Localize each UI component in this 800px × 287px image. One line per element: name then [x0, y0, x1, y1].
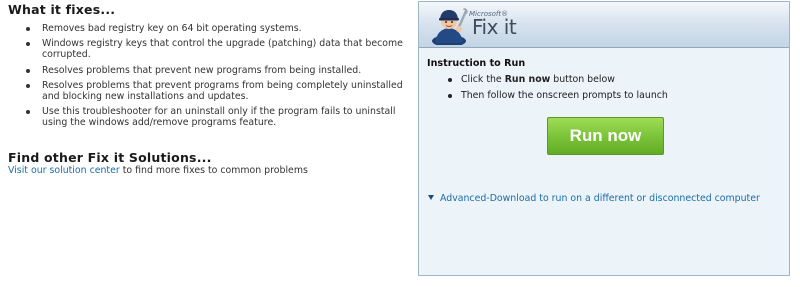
- solution-center-link[interactable]: Visit our solution center: [8, 165, 120, 176]
- bullet-icon: [26, 27, 30, 31]
- list-item: Resolves problems that prevent new progr…: [24, 65, 408, 76]
- fix-it-logo-text: Fix it: [472, 15, 517, 39]
- page: What it fixes... Removes bad registry ke…: [0, 0, 800, 287]
- fix-it-panel: Microsoft® Fix it Instruction to Run Cli…: [418, 1, 790, 276]
- advanced-download-link[interactable]: Advanced-Download to run on a different …: [428, 193, 760, 204]
- bullet-icon: [26, 83, 30, 88]
- instruction-step: Click the Run now button below: [447, 74, 668, 85]
- what-it-fixes-heading: What it fixes...: [8, 2, 116, 17]
- list-item-text: Resolves problems that prevent new progr…: [42, 64, 362, 76]
- step-prefix: Click the: [461, 74, 505, 85]
- bullet-icon: [26, 42, 30, 47]
- step-bold: Run now: [504, 74, 551, 85]
- instruction-list: Click the Run now button below Then foll…: [447, 74, 668, 106]
- instruction-title: Instruction to Run: [427, 58, 526, 69]
- list-item-text: Windows registry keys that control the u…: [42, 38, 403, 61]
- instruction-step: Then follow the onscreen prompts to laun…: [447, 90, 668, 101]
- bullet-icon: [448, 94, 452, 98]
- fix-it-header: Microsoft® Fix it: [419, 2, 789, 48]
- bullet-icon: [26, 110, 30, 115]
- advanced-download-label: Advanced-Download to run on a different …: [440, 193, 760, 204]
- list-item-text: Use this troubleshooter for an uninstall…: [42, 106, 396, 129]
- list-item-text: Resolves problems that prevent programs …: [42, 79, 403, 103]
- bullet-icon: [448, 78, 452, 82]
- find-other-text: to find more fixes to common problems: [119, 165, 308, 176]
- expand-triangle-icon: [428, 195, 434, 200]
- mechanic-with-wrench-icon: [432, 8, 468, 45]
- step-suffix: button below: [550, 74, 615, 85]
- step-text: Then follow the onscreen prompts to laun…: [461, 90, 668, 101]
- list-item-text: Removes bad registry key on 64 bit opera…: [42, 23, 302, 34]
- bullet-icon: [26, 68, 30, 73]
- list-item: Windows registry keys that control the u…: [24, 38, 408, 60]
- run-now-button[interactable]: Run now: [547, 117, 664, 155]
- list-item: Resolves problems that prevent programs …: [24, 80, 408, 102]
- find-other-line: Visit our solution center to find more f…: [8, 165, 308, 176]
- list-item: Removes bad registry key on 64 bit opera…: [24, 23, 408, 34]
- list-item: Use this troubleshooter for an uninstall…: [24, 106, 408, 128]
- what-it-fixes-section: What it fixes... Removes bad registry ke…: [8, 2, 408, 133]
- find-other-heading: Find other Fix it Solutions...: [8, 150, 212, 165]
- fixes-list: Removes bad registry key on 64 bit opera…: [8, 23, 408, 129]
